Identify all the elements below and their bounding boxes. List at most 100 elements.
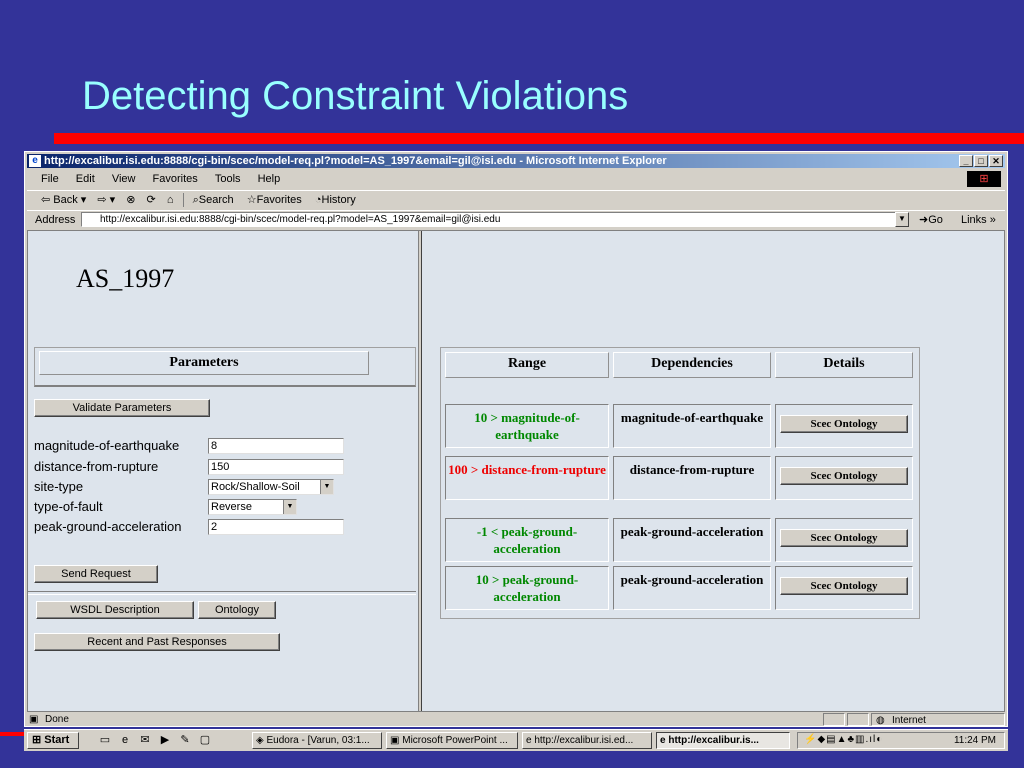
address-input[interactable]: http://excalibur.isi.edu:8888/cgi-bin/sc… <box>81 212 909 227</box>
window-titlebar: e http://excalibur.isi.edu:8888/cgi-bin/s… <box>27 154 1005 168</box>
globe-icon: ◍ <box>876 715 885 726</box>
go-label: Go <box>928 214 943 226</box>
scec-ontology-button[interactable]: Scec Ontology <box>780 467 908 485</box>
maximize-icon[interactable]: □ <box>974 155 988 167</box>
menu-help[interactable]: Help <box>258 173 281 185</box>
details-header: Details <box>775 352 913 378</box>
fault-type-select[interactable]: Reverse ▼ <box>208 499 297 515</box>
site-type-value: Rock/Shallow-Soil <box>211 481 300 493</box>
wsdl-description-button[interactable]: WSDL Description <box>36 601 194 619</box>
ie-quicklaunch-icon[interactable]: e <box>118 734 132 747</box>
search-button[interactable]: ⌕Search <box>193 194 234 206</box>
close-icon[interactable]: ✕ <box>989 155 1003 167</box>
parameters-heading: Parameters <box>39 351 369 375</box>
back-arrow-icon: ⇦ <box>41 194 51 206</box>
back-label: Back <box>53 194 78 206</box>
details-cell: Scec Ontology <box>775 404 913 448</box>
constraint-results-table: Range Dependencies Details 10 > magnitud… <box>440 347 920 619</box>
search-label: Search <box>198 194 234 206</box>
task-eudora[interactable]: ◈ Eudora - [Varun, 03:1... <box>252 732 382 749</box>
toolbar-separator <box>182 193 184 208</box>
address-url: http://excalibur.isi.edu:8888/cgi-bin/sc… <box>100 214 501 225</box>
favorites-label: Favorites <box>256 194 302 206</box>
status-segment <box>847 713 869 726</box>
refresh-icon[interactable]: ⟳ <box>147 194 156 206</box>
windows-taskbar: ⊞ Start ▭ e ✉ ▶ ✎ ▢ ◈ Eudora - [Varun, 0… <box>24 729 1008 751</box>
status-segment <box>823 713 845 726</box>
task-browser-1[interactable]: e http://excalibur.isi.ed... <box>522 732 652 749</box>
scec-ontology-button[interactable]: Scec Ontology <box>780 529 908 547</box>
links-button[interactable]: Links » <box>961 211 996 229</box>
show-desktop-icon[interactable]: ▭ <box>98 734 112 747</box>
address-dropdown-icon[interactable]: ▼ <box>895 212 909 227</box>
browser-window: e http://excalibur.isi.edu:8888/cgi-bin/s… <box>24 151 1008 727</box>
range-header: Range <box>445 352 609 378</box>
scec-ontology-button[interactable]: Scec Ontology <box>780 577 908 595</box>
menu-file[interactable]: File <box>41 173 59 185</box>
windows-logo-icon: ⊞ <box>967 171 1001 187</box>
address-label: Address <box>35 214 76 226</box>
chevron-down-icon: ▼ <box>283 500 296 514</box>
stop-icon[interactable]: ⊗ <box>126 194 135 206</box>
details-cell: Scec Ontology <box>775 566 913 610</box>
home-icon[interactable]: ⌂ <box>167 194 174 206</box>
distance-input[interactable]: 150 <box>208 459 344 475</box>
address-bar: Address http://excalibur.isi.edu:8888/cg… <box>27 210 1005 229</box>
menu-favorites[interactable]: Favorites <box>153 173 198 185</box>
parameters-header-box: Parameters <box>34 347 416 387</box>
media-quicklaunch-icon[interactable]: ▶ <box>158 734 172 747</box>
ontology-button[interactable]: Ontology <box>198 601 276 619</box>
zone-text: Internet <box>892 715 926 726</box>
window-quicklaunch-icon[interactable]: ▢ <box>198 734 212 747</box>
param-label-fault: type-of-fault <box>34 499 103 514</box>
minimize-icon[interactable]: _ <box>959 155 973 167</box>
go-arrow-icon: ➜ <box>919 214 929 226</box>
window-title: http://excalibur.isi.edu:8888/cgi-bin/sc… <box>44 155 667 167</box>
favorites-icon: ☆ <box>246 194 257 206</box>
frame-divider[interactable] <box>418 231 422 711</box>
tray-icons[interactable]: ⚡◆▤▲♣▥.ıl◐ <box>804 734 883 745</box>
go-button[interactable]: ➜Go <box>919 211 943 229</box>
param-label-site-type: site-type <box>34 479 84 494</box>
page-status-icon: ▣ <box>29 714 39 725</box>
history-icon: ◔ <box>314 194 322 206</box>
app-quicklaunch-icon[interactable]: ✎ <box>178 734 192 747</box>
task-powerpoint[interactable]: ▣ Microsoft PowerPoint ... <box>386 732 518 749</box>
send-request-button[interactable]: Send Request <box>34 565 158 583</box>
title-underline <box>54 133 1024 144</box>
model-name: AS_1997 <box>76 264 175 293</box>
recent-responses-button[interactable]: Recent and Past Responses <box>34 633 280 651</box>
powerpoint-icon: ▣ <box>390 735 400 746</box>
ie-icon: e <box>526 735 532 746</box>
menu-bar: File Edit View Favorites Tools Help ⊞ <box>27 170 1005 188</box>
status-bar: ▣ Done ◍ Internet <box>27 713 1005 726</box>
eudora-icon: ◈ <box>256 735 264 746</box>
menu-edit[interactable]: Edit <box>76 173 95 185</box>
validate-parameters-button[interactable]: Validate Parameters <box>34 399 210 417</box>
menu-view[interactable]: View <box>112 173 136 185</box>
pga-input[interactable]: 2 <box>208 519 344 535</box>
scec-ontology-button[interactable]: Scec Ontology <box>780 415 908 433</box>
range-cell-violated: 100 > distance-from-rupture <box>445 456 609 500</box>
back-button[interactable]: ⇦ Back ▾ <box>41 194 86 206</box>
param-label-magnitude: magnitude-of-earthquake <box>34 438 180 453</box>
start-button[interactable]: ⊞ Start <box>27 732 79 749</box>
history-button[interactable]: ◔History <box>315 194 356 206</box>
site-type-select[interactable]: Rock/Shallow-Soil ▼ <box>208 479 334 495</box>
task-browser-2[interactable]: e http://excalibur.is... <box>656 732 790 749</box>
dependency-cell: distance-from-rupture <box>613 456 771 500</box>
links-label: Links <box>961 214 987 226</box>
ie-icon: e <box>29 155 41 167</box>
task-label: Microsoft PowerPoint ... <box>402 735 508 746</box>
task-label: http://excalibur.isi.ed... <box>534 735 634 746</box>
outlook-quicklaunch-icon[interactable]: ✉ <box>138 734 152 747</box>
clock[interactable]: 11:24 PM <box>954 733 996 748</box>
status-text: Done <box>45 714 69 725</box>
param-label-pga: peak-ground-acceleration <box>34 519 182 534</box>
favorites-button[interactable]: ☆Favorites <box>247 194 302 206</box>
range-cell-ok: -1 < peak-ground-acceleration <box>445 518 609 562</box>
menu-tools[interactable]: Tools <box>215 173 241 185</box>
section-divider <box>28 591 416 595</box>
magnitude-input[interactable]: 8 <box>208 438 344 454</box>
forward-button[interactable]: ⇨ ▾ <box>97 194 115 206</box>
